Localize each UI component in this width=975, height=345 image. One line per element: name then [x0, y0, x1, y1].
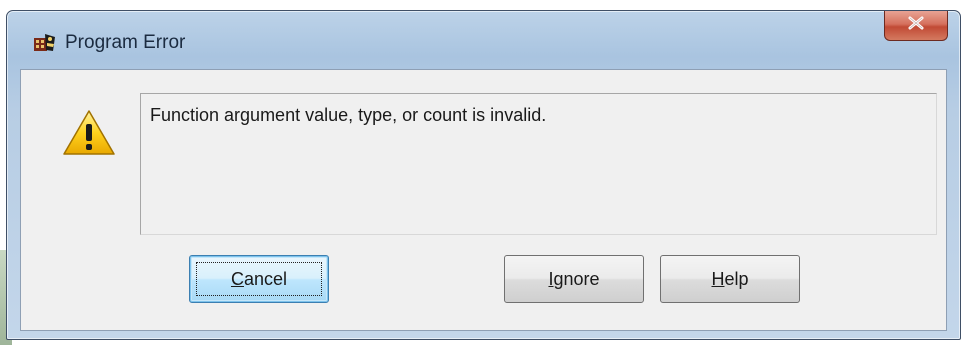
dialog-client-area: Function argument value, type, or count …: [20, 69, 947, 331]
close-icon: [907, 16, 925, 35]
close-button[interactable]: [884, 11, 948, 41]
error-message: Function argument value, type, or count …: [150, 105, 547, 125]
cancel-button[interactable]: Cancel: [189, 255, 329, 303]
warning-icon: [61, 108, 117, 158]
app-icon: [33, 31, 57, 53]
window-title: Program Error: [65, 32, 186, 53]
ignore-button-label: Ignore: [548, 268, 600, 289]
help-button[interactable]: Help: [660, 255, 800, 303]
screenshot-stage: Program Error Function argument value, t…: [0, 0, 975, 345]
program-error-dialog: Program Error Function argument value, t…: [6, 10, 961, 340]
title-bar[interactable]: Program Error: [7, 11, 960, 69]
ignore-button[interactable]: Ignore: [504, 255, 644, 303]
cancel-button-label: Cancel: [230, 268, 288, 289]
help-button-label: Help: [711, 268, 749, 289]
message-box: Function argument value, type, or count …: [140, 93, 937, 235]
